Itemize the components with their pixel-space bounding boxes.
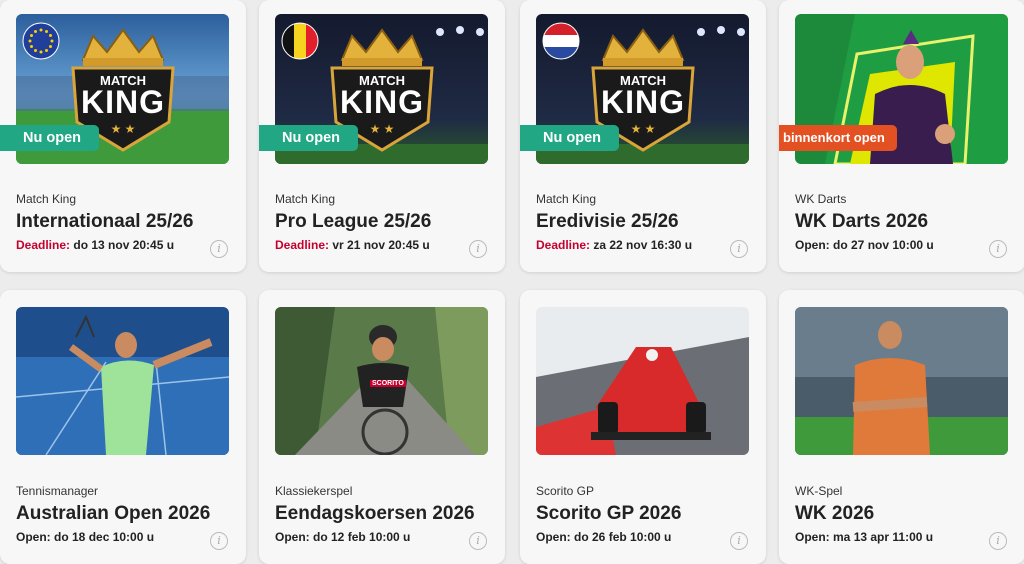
game-card[interactable]: MATCH KING ★ ★ Nu open Match King Intern…: [0, 0, 246, 272]
game-category: Tennismanager: [16, 484, 99, 498]
game-deadline: Deadline: za 22 nov 16:30 u: [536, 238, 693, 252]
status-badge: binnenkort open: [779, 125, 897, 151]
status-badge: Nu open: [0, 125, 99, 151]
game-card[interactable]: Scorito GP Scorito GP 2026 Open: do 26 f…: [520, 290, 766, 564]
game-title: Eredivisie 25/26: [536, 211, 679, 232]
game-open-date: Open: do 18 dec 10:00 u: [16, 530, 155, 544]
info-icon[interactable]: i: [989, 240, 1007, 258]
game-open-date: Open: ma 13 apr 11:00 u: [795, 530, 934, 544]
info-icon[interactable]: i: [210, 532, 228, 550]
game-category: Klassiekerspel: [275, 484, 353, 498]
game-card[interactable]: MATCH KING ★ ★ Nu open Match King Pro Le…: [259, 0, 505, 272]
game-title: WK 2026: [795, 503, 875, 524]
belgium-flag-icon: [281, 22, 319, 60]
game-category: Match King: [275, 192, 336, 206]
game-card[interactable]: Tennismanager Australian Open 2026 Open:…: [0, 290, 246, 564]
eu-flag-icon: [22, 22, 60, 60]
info-icon[interactable]: i: [469, 240, 487, 258]
info-icon[interactable]: i: [989, 532, 1007, 550]
info-icon[interactable]: i: [730, 532, 748, 550]
game-open-date: Open: do 26 feb 10:00 u: [536, 530, 672, 544]
game-thumbnail: [536, 307, 749, 455]
game-thumbnail: [16, 307, 229, 455]
jersey-text: SCORITO: [370, 380, 406, 387]
game-thumbnail: [795, 307, 1008, 455]
game-grid: MATCH KING ★ ★ Nu open Match King Intern…: [0, 0, 1024, 564]
info-icon[interactable]: i: [730, 240, 748, 258]
game-title: Australian Open 2026: [16, 503, 211, 524]
game-card[interactable]: MATCH KING ★ ★ Nu open Match King Erediv…: [520, 0, 766, 272]
game-title: Pro League 25/26: [275, 211, 432, 232]
game-title: Eendagskoersen 2026: [275, 503, 475, 524]
game-category: WK Darts: [795, 192, 847, 206]
game-deadline: Deadline: vr 21 nov 20:45 u: [275, 238, 430, 252]
status-badge: Nu open: [259, 125, 358, 151]
game-card[interactable]: WK-Spel WK 2026 Open: ma 13 apr 11:00 u …: [779, 290, 1024, 564]
game-title: Scorito GP 2026: [536, 503, 682, 524]
info-icon[interactable]: i: [469, 532, 487, 550]
game-category: Match King: [16, 192, 77, 206]
status-badge: Nu open: [520, 125, 619, 151]
game-category: Scorito GP: [536, 484, 595, 498]
game-open-date: Open: do 27 nov 10:00 u: [795, 238, 934, 252]
game-category: WK-Spel: [795, 484, 843, 498]
game-open-date: Open: do 12 feb 10:00 u: [275, 530, 411, 544]
game-category: Match King: [536, 192, 597, 206]
game-deadline: Deadline: do 13 nov 20:45 u: [16, 238, 175, 252]
info-icon[interactable]: i: [210, 240, 228, 258]
game-card[interactable]: SCORITO Klassiekerspel Eendagskoersen 20…: [259, 290, 505, 564]
game-title: Internationaal 25/26: [16, 211, 194, 232]
game-card[interactable]: binnenkort open WK Darts WK Darts 2026 O…: [779, 0, 1024, 272]
netherlands-flag-icon: [542, 22, 580, 60]
game-title: WK Darts 2026: [795, 211, 929, 232]
game-thumbnail: SCORITO: [275, 307, 488, 455]
